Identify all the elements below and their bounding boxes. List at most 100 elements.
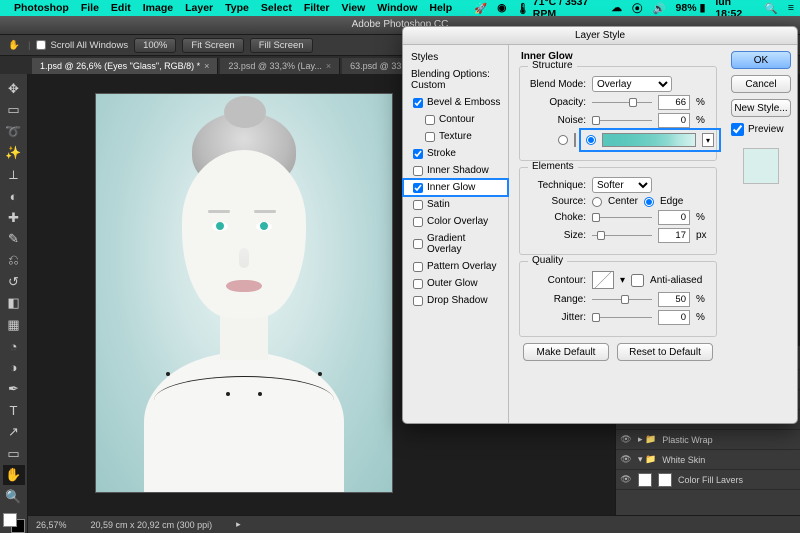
fx-drop-shadow[interactable]: Drop Shadow xyxy=(403,292,508,309)
type-tool-icon[interactable]: T xyxy=(3,401,25,420)
choke-slider[interactable] xyxy=(592,212,652,223)
visibility-icon[interactable]: 👁 xyxy=(620,474,632,485)
fx-inner-shadow[interactable]: Inner Shadow xyxy=(403,162,508,179)
source-edge-radio[interactable] xyxy=(644,197,654,207)
doc-tab-2[interactable]: 23.psd @ 33,3% (Lay...× xyxy=(220,58,340,74)
status-dot-icon[interactable]: ◉ xyxy=(497,2,506,14)
layer-color-fill[interactable]: Color Fill Lavers xyxy=(678,475,743,485)
layer-thumb[interactable] xyxy=(638,473,652,487)
cancel-button[interactable]: Cancel xyxy=(731,75,791,93)
opacity-field[interactable]: 66 xyxy=(658,95,690,110)
layer-plastic-wrap[interactable]: Plastic Wrap xyxy=(662,435,712,445)
history-brush-tool-icon[interactable]: ↺ xyxy=(3,272,25,291)
color-swatches[interactable] xyxy=(3,513,25,532)
new-style-button[interactable]: New Style... xyxy=(731,99,791,117)
status-cloud-icon[interactable]: ☁ xyxy=(611,2,622,14)
menu-filter[interactable]: Filter xyxy=(304,2,330,14)
chevron-down-icon[interactable]: ▾ xyxy=(620,275,625,286)
technique-select[interactable]: Softer xyxy=(592,177,652,193)
menu-select[interactable]: Select xyxy=(261,2,292,14)
status-volume-icon[interactable]: 🔊 xyxy=(652,2,665,15)
doc-tab-1[interactable]: 1.psd @ 26,6% (Eyes "Glass", RGB/8) *× xyxy=(32,58,218,74)
anti-aliased-checkbox[interactable] xyxy=(631,274,644,287)
choke-field[interactable]: 0 xyxy=(658,210,690,225)
fx-pattern-overlay[interactable]: Pattern Overlay xyxy=(403,258,508,275)
fx-contour[interactable]: Contour xyxy=(403,111,508,128)
close-icon[interactable]: × xyxy=(204,61,209,71)
fit-screen-button[interactable]: Fit Screen xyxy=(182,38,243,53)
menu-image[interactable]: Image xyxy=(143,2,173,14)
range-field[interactable]: 50 xyxy=(658,292,690,307)
brush-tool-icon[interactable]: ✎ xyxy=(3,229,25,248)
status-wifi-icon[interactable]: ⦿ xyxy=(632,1,643,16)
glow-gradient-swatch[interactable] xyxy=(602,133,696,147)
visibility-icon[interactable]: 👁 xyxy=(620,434,632,445)
glow-color-gradient-radio[interactable] xyxy=(586,135,596,145)
close-icon[interactable]: × xyxy=(326,61,331,71)
gradient-dropdown-icon[interactable]: ▾ xyxy=(702,133,714,147)
eyedropper-tool-icon[interactable]: ◐ xyxy=(3,186,25,205)
zoom-level[interactable]: 26,57% xyxy=(36,520,67,530)
stamp-tool-icon[interactable]: ⎌ xyxy=(3,251,25,270)
move-tool-icon[interactable]: ✥ xyxy=(3,79,25,98)
preview-checkbox[interactable]: Preview xyxy=(731,123,791,136)
marquee-tool-icon[interactable]: ▭ xyxy=(3,100,25,119)
status-rocket-icon[interactable]: 🚀 xyxy=(474,2,487,15)
hand-tool-icon[interactable]: ✋ xyxy=(3,465,25,484)
reset-default-button[interactable]: Reset to Default xyxy=(617,343,713,361)
noise-field[interactable]: 0 xyxy=(658,113,690,128)
glow-color-swatch[interactable] xyxy=(574,133,576,147)
styles-header[interactable]: Styles xyxy=(403,49,508,66)
menu-type[interactable]: Type xyxy=(225,2,249,14)
jitter-slider[interactable] xyxy=(592,312,652,323)
menu-app[interactable]: Photoshop xyxy=(14,2,69,14)
zoom-100-button[interactable]: 100% xyxy=(134,38,176,53)
blending-options-row[interactable]: Blending Options: Custom xyxy=(403,66,508,94)
crop-tool-icon[interactable]: ⟂ xyxy=(3,165,25,184)
fx-color-overlay[interactable]: Color Overlay xyxy=(403,213,508,230)
eraser-tool-icon[interactable]: ◧ xyxy=(3,294,25,313)
range-slider[interactable] xyxy=(592,294,652,305)
lasso-tool-icon[interactable]: ➰ xyxy=(3,122,25,141)
path-tool-icon[interactable]: ↗ xyxy=(3,423,25,442)
ok-button[interactable]: OK xyxy=(731,51,791,69)
visibility-icon[interactable]: 👁 xyxy=(620,454,632,465)
fx-bevel-emboss[interactable]: Bevel & Emboss xyxy=(403,94,508,111)
dodge-tool-icon[interactable]: ◑ xyxy=(3,358,25,377)
spotlight-icon[interactable]: 🔍 xyxy=(765,2,778,15)
menu-help[interactable]: Help xyxy=(429,2,452,14)
gradient-tool-icon[interactable]: ▦ xyxy=(3,315,25,334)
fx-inner-glow[interactable]: Inner Glow xyxy=(403,179,508,196)
noise-slider[interactable] xyxy=(592,115,652,126)
wand-tool-icon[interactable]: ✨ xyxy=(3,143,25,162)
source-center-radio[interactable] xyxy=(592,197,602,207)
fx-gradient-overlay[interactable]: Gradient Overlay xyxy=(403,230,508,258)
shape-tool-icon[interactable]: ▭ xyxy=(3,444,25,463)
pen-tool-icon[interactable]: ✒ xyxy=(3,380,25,399)
scroll-all-windows-checkbox[interactable]: Scroll All Windows xyxy=(36,40,128,51)
hand-tool-icon[interactable]: ✋ xyxy=(6,37,22,53)
contour-swatch[interactable] xyxy=(592,271,614,289)
blend-mode-select[interactable]: Overlay xyxy=(592,76,672,92)
blur-tool-icon[interactable]: ◔ xyxy=(3,337,25,356)
notifications-icon[interactable]: ≡ xyxy=(788,2,794,14)
fg-color-swatch[interactable] xyxy=(3,513,17,527)
fx-outer-glow[interactable]: Outer Glow xyxy=(403,275,508,292)
fx-stroke[interactable]: Stroke xyxy=(403,145,508,162)
mask-thumb[interactable] xyxy=(658,473,672,487)
size-field[interactable]: 17 xyxy=(658,228,690,243)
size-slider[interactable] xyxy=(592,230,652,241)
menu-file[interactable]: File xyxy=(81,2,99,14)
document-canvas[interactable] xyxy=(96,94,392,492)
layer-white-skin[interactable]: White Skin xyxy=(662,455,705,465)
menu-edit[interactable]: Edit xyxy=(111,2,131,14)
menu-view[interactable]: View xyxy=(342,2,366,14)
jitter-field[interactable]: 0 xyxy=(658,310,690,325)
make-default-button[interactable]: Make Default xyxy=(523,343,609,361)
menu-window[interactable]: Window xyxy=(377,2,417,14)
fx-satin[interactable]: Satin xyxy=(403,196,508,213)
fx-texture[interactable]: Texture xyxy=(403,128,508,145)
zoom-tool-icon[interactable]: 🔍 xyxy=(3,487,25,506)
menu-layer[interactable]: Layer xyxy=(185,2,213,14)
fill-screen-button[interactable]: Fill Screen xyxy=(250,38,313,53)
